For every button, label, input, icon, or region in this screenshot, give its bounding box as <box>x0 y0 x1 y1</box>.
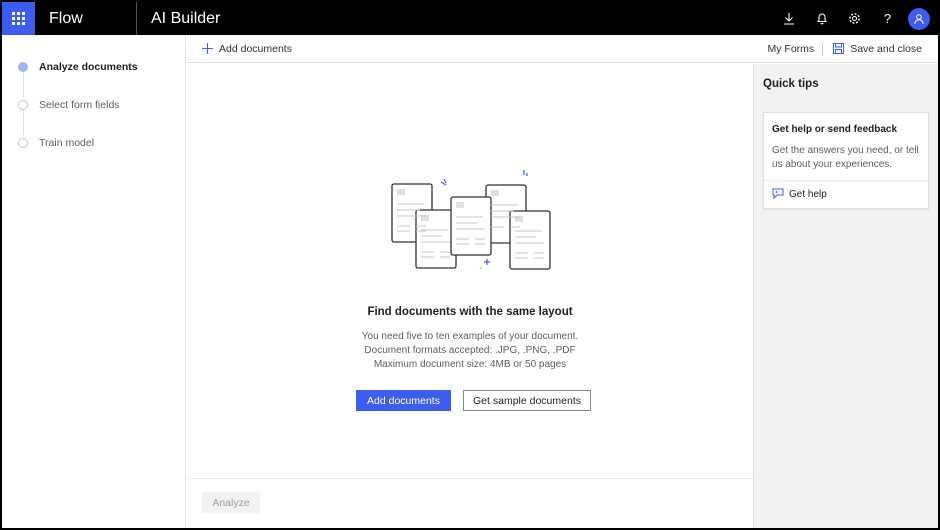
download-icon[interactable] <box>772 2 805 35</box>
add-documents-label: Add documents <box>219 42 292 55</box>
step-dot <box>18 62 28 72</box>
get-sample-documents-button[interactable]: Get sample documents <box>463 390 591 411</box>
step-dot <box>18 100 28 110</box>
analyze-button[interactable]: Analyze <box>202 492 260 513</box>
save-and-close-button[interactable]: Save and close <box>823 43 922 55</box>
add-documents-button[interactable]: Add documents <box>356 390 451 411</box>
top-actions: ? <box>772 2 938 35</box>
step-train-model[interactable]: Train model <box>18 137 94 149</box>
bell-icon[interactable] <box>805 2 838 35</box>
description-line: Maximum document size: 4MB or 50 pages <box>373 359 567 370</box>
empty-state-title: Find documents with the same layout <box>367 306 573 318</box>
step-label: Select form fields <box>39 99 120 111</box>
empty-state-actions: Add documents Get sample documents <box>356 390 591 411</box>
get-help-label: Get help <box>789 188 827 200</box>
help-glyph: ? <box>883 11 892 26</box>
main-content: Find documents with the same layout You … <box>187 64 753 478</box>
top-bar: Flow AI Builder ? <box>2 2 938 35</box>
command-bar: Add documents My Forms Save and close <box>187 35 938 63</box>
step-connector <box>23 110 24 135</box>
step-analyze-documents[interactable]: Analyze documents <box>18 61 138 73</box>
step-select-form-fields[interactable]: Select form fields <box>18 99 120 111</box>
help-card-title: Get help or send feedback <box>772 124 898 135</box>
wizard-footer: Analyze <box>187 478 753 528</box>
step-label: Analyze documents <box>39 61 138 73</box>
documents-illustration-icon <box>391 170 551 270</box>
gear-icon[interactable] <box>838 2 871 35</box>
empty-state-description: You need five to ten examples of your do… <box>187 330 753 372</box>
plus-icon <box>202 43 213 54</box>
wizard-stepper: Analyze documents Select form fields Tra… <box>2 35 186 528</box>
app-window: Flow AI Builder ? Analyze documents Sele… <box>2 2 938 528</box>
feedback-icon <box>772 188 784 200</box>
add-documents-command[interactable]: Add documents <box>187 43 292 55</box>
step-dot <box>18 138 28 148</box>
card-divider <box>764 180 928 181</box>
user-icon[interactable] <box>908 7 930 30</box>
help-card-body: Get the answers you need, or tell us abo… <box>772 145 919 170</box>
description-line: You need five to ten examples of your do… <box>361 331 579 342</box>
step-label: Train model <box>39 137 95 149</box>
product-name: AI Builder <box>151 9 221 27</box>
app-name[interactable]: Flow <box>35 2 137 35</box>
command-bar-right: My Forms Save and close <box>768 42 938 55</box>
step-connector <box>23 72 24 97</box>
quick-tips-title: Quick tips <box>763 78 819 90</box>
help-card: Get help or send feedback Get the answer… <box>763 112 929 209</box>
save-and-close-label: Save and close <box>850 42 922 55</box>
my-forms-link[interactable]: My Forms <box>768 42 824 55</box>
help-icon[interactable]: ? <box>871 2 904 35</box>
get-help-link[interactable]: Get help <box>772 188 827 200</box>
description-line: Document formats accepted: .JPG, .PNG, .… <box>364 345 576 356</box>
save-icon <box>833 43 845 54</box>
waffle-icon[interactable] <box>2 2 35 35</box>
quick-tips-pane: Quick tips Get help or send feedback Get… <box>753 64 938 528</box>
